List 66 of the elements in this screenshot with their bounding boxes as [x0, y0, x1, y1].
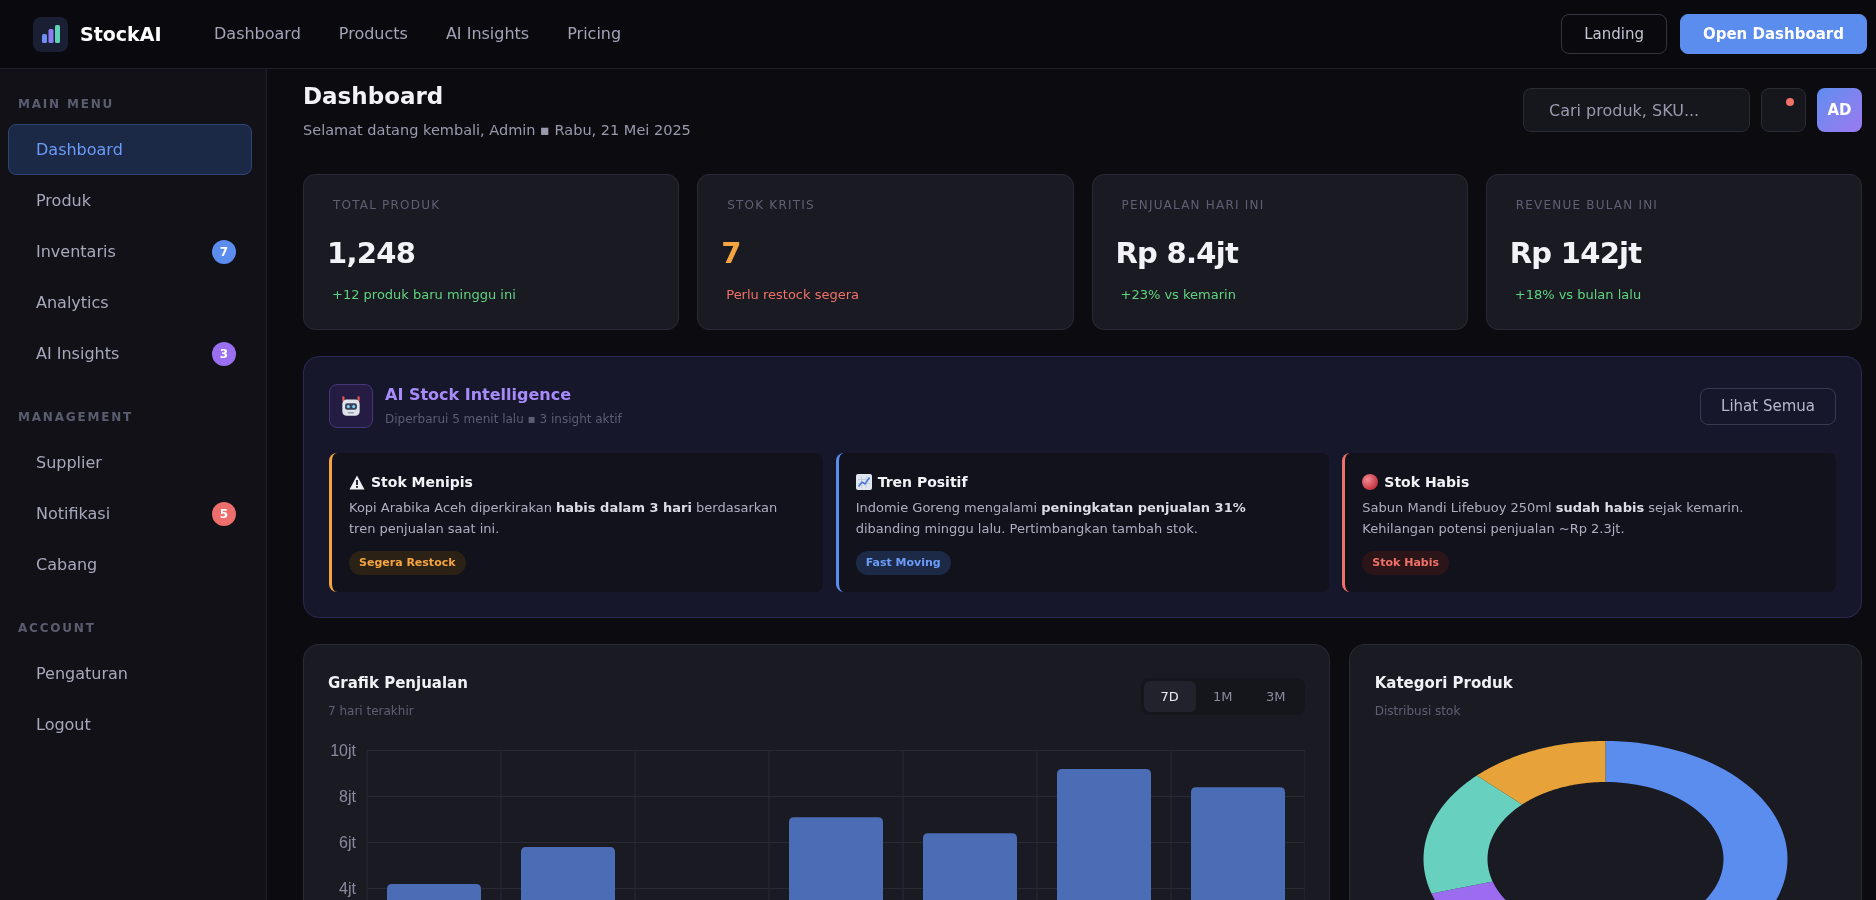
dot-icon	[1362, 474, 1379, 490]
insight-tag: Fast Moving	[855, 551, 951, 575]
card-subtitle: 7 hari terakhir	[328, 703, 414, 720]
axis-label: 10jt	[330, 742, 356, 759]
stat-value: Rp 8.4jt	[1115, 235, 1239, 272]
notification-button[interactable]	[1761, 88, 1806, 132]
count-badge: 5	[212, 501, 236, 526]
panel-title: AI Stock Intelligence	[385, 384, 572, 406]
axis-label: 4jt	[339, 880, 356, 897]
insight-tag: Segera Restock	[349, 551, 466, 575]
range-tab[interactable]: 3M	[1249, 681, 1302, 712]
chart-increasing-icon	[855, 474, 872, 490]
card-title: Grafik Penjualan	[328, 673, 468, 694]
nav-button[interactable]: Landing	[1561, 14, 1667, 54]
page-title: Dashboard	[303, 82, 444, 111]
nav-link[interactable]: AI Insights	[445, 23, 530, 45]
sidebar-item[interactable]: Cabang	[8, 539, 252, 590]
count-badge: 3	[212, 341, 236, 366]
section-label: MAIN MENU	[18, 96, 115, 112]
page-subtitle: Selamat datang kembali, Admin ▪ Rabu, 21 Mei 2025	[303, 121, 691, 140]
nav-link[interactable]: Pricing	[567, 23, 622, 45]
sidebar-item[interactable]: Produk	[8, 175, 252, 226]
stat-note: +23% vs kemarin	[1120, 286, 1236, 304]
section-label: MANAGEMENT	[18, 409, 133, 425]
insight-title: Stok Habis	[1384, 472, 1470, 492]
section-label: ACCOUNT	[18, 620, 96, 636]
view-all-button[interactable]: Lihat Semua	[1700, 388, 1836, 425]
warning-icon	[349, 474, 365, 490]
range-tab[interactable]: 1M	[1196, 681, 1249, 712]
insight-title: Tren Positif	[877, 472, 968, 492]
nav-link[interactable]: Products	[338, 23, 408, 45]
card-subtitle: Distribusi stok	[1374, 703, 1461, 720]
panel-subtitle: Diperbarui 5 menit lalu ▪ 3 insight aktif	[385, 411, 622, 428]
stat-label: TOTAL PRODUK	[333, 197, 441, 214]
insight-text: Indomie Goreng mengalami peningkatan penjualan 31% dibanding minggu lalu. Pertimbangkan tambah stok.	[855, 499, 1247, 538]
brand-name: StockAI	[80, 21, 162, 47]
sidebar-item[interactable]: Supplier	[8, 437, 252, 488]
insight-title: Stok Menipis	[371, 472, 473, 492]
stat-label: STOK KRITIS	[727, 197, 815, 214]
stat-note: Perlu restock segera	[726, 286, 859, 304]
stat-label: REVENUE BULAN INI	[1515, 197, 1659, 214]
stat-value: 7	[721, 235, 741, 272]
stat-note: +18% vs bulan lalu	[1514, 286, 1642, 304]
count-badge: 7	[212, 239, 236, 264]
sidebar-item[interactable]: Dashboard	[8, 124, 252, 175]
robot-icon	[329, 384, 373, 428]
axis-label: 6jt	[339, 834, 356, 851]
insight-tag: Stok Habis	[1362, 551, 1450, 575]
sidebar-item[interactable]: Analytics	[8, 277, 252, 328]
stat-value: 1,248	[327, 235, 416, 272]
range-tab[interactable]: 7D	[1143, 681, 1196, 712]
stat-value: Rp 142jt	[1509, 235, 1642, 272]
nav-link[interactable]: Dashboard	[214, 23, 301, 45]
sidebar-item[interactable]: Pengaturan	[8, 648, 252, 699]
card-title: Kategori Produk	[1374, 673, 1513, 694]
stat-label: PENJUALAN HARI INI	[1121, 197, 1265, 214]
sidebar-item[interactable]: Inventaris 7	[8, 226, 252, 277]
sidebar-item[interactable]: Logout	[8, 699, 252, 750]
insight-text: Sabun Mandi Lifebuoy 250ml sudah habis sejak kemarin. Kehilangan potensi penjualan ~Rp 2.3jt.	[1362, 499, 1745, 538]
insight-text: Kopi Arabika Aceh diperkirakan habis dalam 3 hari berdasarkan tren penjualan saat ini.	[349, 499, 779, 538]
axis-label: 8jt	[339, 788, 356, 805]
logo-icon	[33, 16, 68, 52]
search-field[interactable]: Cari produk, SKU...	[1523, 88, 1750, 132]
sidebar-item[interactable]: Notifikasi 5	[8, 488, 252, 539]
stat-note: +12 produk baru minggu ini	[332, 286, 516, 304]
sidebar-item[interactable]: AI Insights 3	[8, 328, 252, 379]
